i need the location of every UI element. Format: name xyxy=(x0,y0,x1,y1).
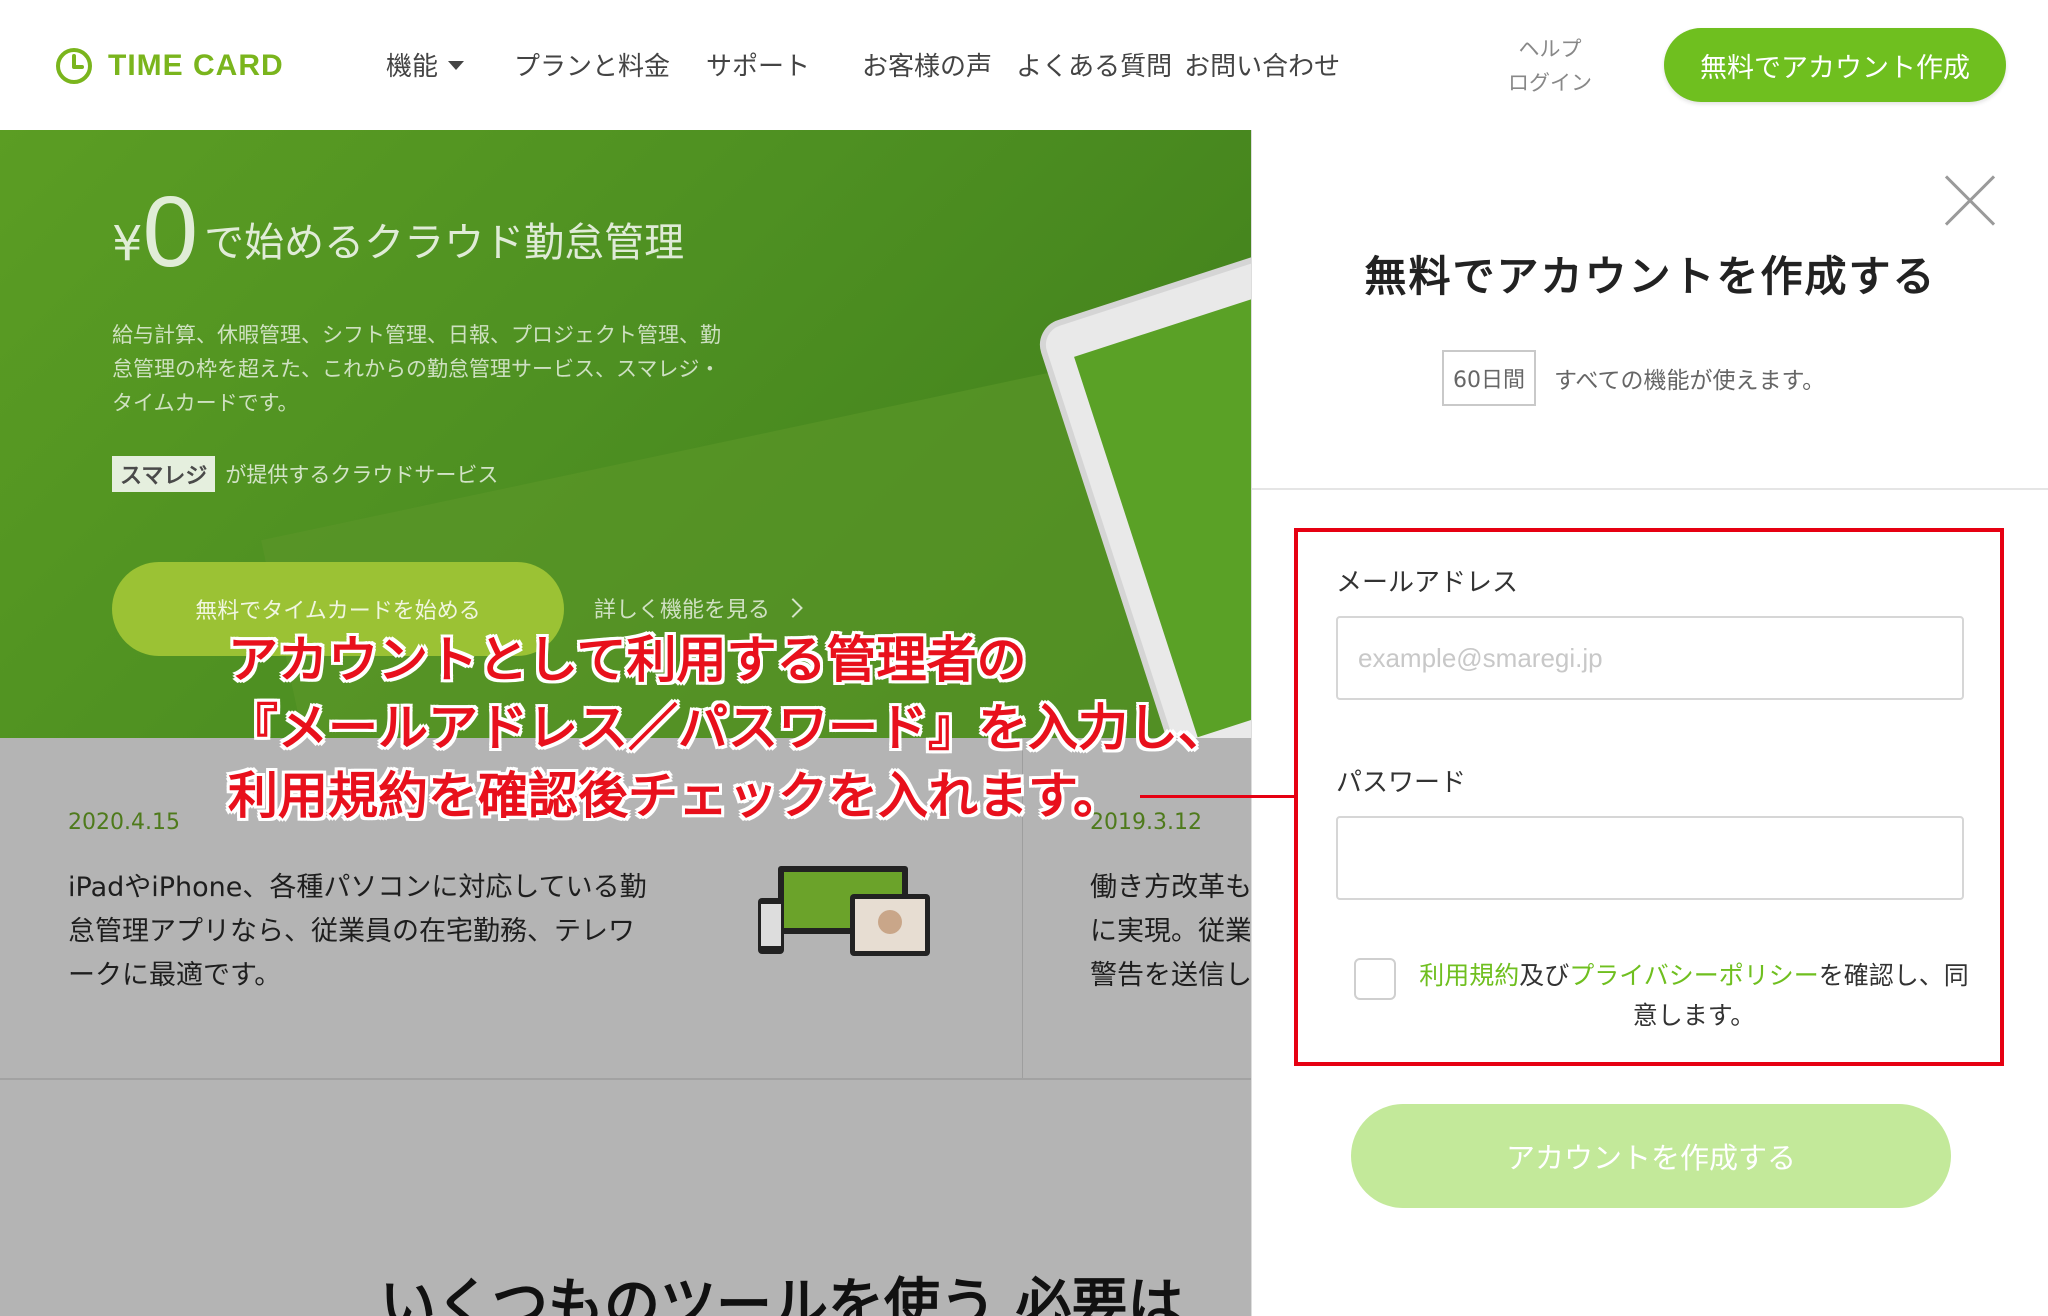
hero-headline: ¥ 0 で始めるクラウド勤怠管理 xyxy=(112,182,684,282)
trial-info: 60日間 すべての機能が使えます。 xyxy=(1442,350,1825,406)
devices-illustration xyxy=(758,866,930,956)
hero-title: で始めるクラウド勤怠管理 xyxy=(204,220,685,266)
annotation-line: 『メールアドレス／パスワード』を入力し、 xyxy=(228,699,1228,757)
hero-description: 給与計算、休暇管理、シフト管理、日報、プロジェクト管理、勤怠管理の枠を超えた、こ… xyxy=(112,323,721,415)
annotation-line: アカウントとして利用する管理者の xyxy=(228,631,1027,689)
logo-text: TIME CARD xyxy=(108,49,284,82)
annotation-text: アカウントとして利用する管理者の 『メールアドレス／パスワード』を入力し、 利用… xyxy=(228,626,1228,830)
brand-row: スマレジ が提供するクラウドサービス xyxy=(112,456,498,492)
panel-divider xyxy=(1252,488,2048,490)
nav-faq[interactable]: よくある質問 xyxy=(1016,46,1172,83)
brand-text: が提供するクラウドサービス xyxy=(225,463,499,487)
annotation-line: 利用規約を確認後チェックを入れます。 xyxy=(228,767,1123,825)
nav-contact[interactable]: お問い合わせ xyxy=(1184,46,1340,83)
nav-voice[interactable]: お客様の声 xyxy=(862,46,992,83)
login-link[interactable]: ログイン xyxy=(1505,66,1595,100)
news-text[interactable]: 働き方改革も に実現。従業 警告を送信し xyxy=(1090,866,1250,998)
section-heading: いくつものツールを使う 必要は xyxy=(380,1273,1184,1316)
help-link[interactable]: ヘルプ xyxy=(1505,32,1595,66)
annotation-highlight-box xyxy=(1294,528,2004,1066)
news-text[interactable]: iPadやiPhone、各種パソコンに対応している勤怠管理アプリなら、従業員の在… xyxy=(68,866,658,998)
hero-price-value: 0 xyxy=(142,176,199,288)
hero-price-symbol: ¥ xyxy=(112,216,143,272)
more-features-label: 詳しく機能を見る xyxy=(594,598,771,623)
close-icon[interactable] xyxy=(1944,174,1996,226)
caret-down-icon xyxy=(448,60,465,70)
nav-features[interactable]: 機能 xyxy=(386,46,465,83)
nav-support[interactable]: サポート xyxy=(706,46,810,83)
clock-icon xyxy=(56,48,92,84)
site-header: TIME CARD 機能 プランと料金 サポート お客様の声 よくある質問 お問… xyxy=(0,0,2048,130)
nav-plans[interactable]: プランと料金 xyxy=(514,46,670,83)
chevron-right-icon xyxy=(783,598,803,618)
panel-title: 無料でアカウントを作成する xyxy=(1364,252,1937,301)
signup-button[interactable]: 無料でアカウント作成 xyxy=(1664,28,2006,102)
nav-features-label: 機能 xyxy=(386,51,439,82)
more-features-link[interactable]: 詳しく機能を見る xyxy=(594,592,803,624)
trial-badge: 60日間 xyxy=(1442,350,1536,406)
smaregi-brand-badge: スマレジ xyxy=(112,456,216,492)
help-login-links: ヘルプ ログイン xyxy=(1505,32,1595,100)
main-nav: 機能 プランと料金 サポート お客様の声 よくある質問 お問い合わせ xyxy=(386,44,1376,84)
trial-text: すべての機能が使えます。 xyxy=(1554,368,1826,394)
news-date: 2020.4.15 xyxy=(68,810,180,835)
site-logo[interactable]: TIME CARD xyxy=(54,44,284,88)
create-account-button[interactable]: アカウントを作成する xyxy=(1351,1104,1951,1208)
